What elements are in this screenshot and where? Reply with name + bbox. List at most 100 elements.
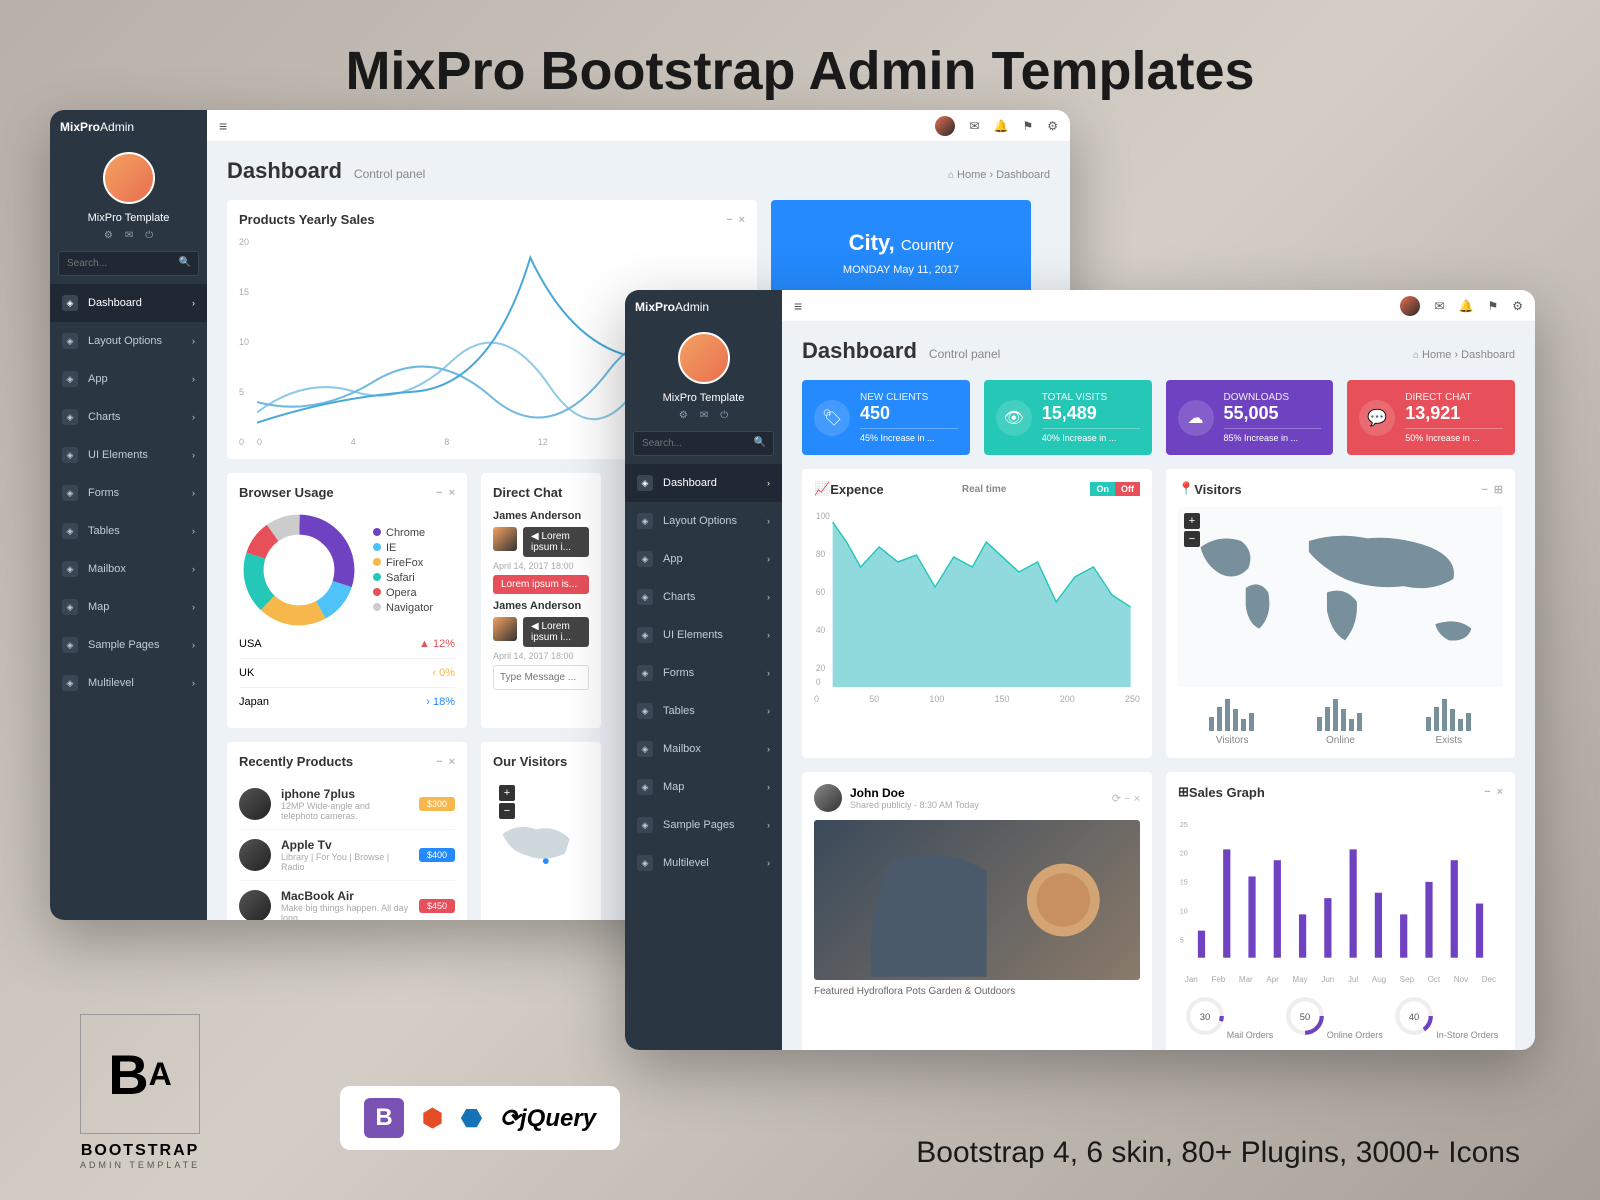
minimize-icon[interactable]: − bbox=[436, 487, 442, 499]
stat-card[interactable]: 👁TOTAL VISITS15,48940% Increase in ... bbox=[984, 380, 1152, 455]
home-icon[interactable]: ⌂ bbox=[948, 170, 954, 181]
gear-icon[interactable]: ⚙ bbox=[104, 230, 113, 241]
zoom-out[interactable]: − bbox=[1184, 531, 1200, 547]
nav-label: Mailbox bbox=[663, 743, 701, 755]
nav-label: Tables bbox=[663, 705, 695, 717]
sidebar-item[interactable]: ◈UI Elements› bbox=[50, 436, 207, 474]
legend-item: IE bbox=[373, 542, 433, 554]
minimize-icon[interactable]: − bbox=[436, 756, 442, 768]
chat-bubble: ◀ Lorem ipsum i... bbox=[523, 527, 589, 557]
zoom-in[interactable]: + bbox=[1184, 513, 1200, 529]
close-icon[interactable]: × bbox=[739, 214, 745, 226]
avatar bbox=[814, 784, 842, 812]
sidebar-item[interactable]: ◈Multilevel› bbox=[625, 844, 782, 882]
flag-icon[interactable]: ⚑ bbox=[1022, 119, 1033, 133]
chat-input[interactable] bbox=[493, 665, 589, 690]
sidebar-item[interactable]: ◈Map› bbox=[625, 768, 782, 806]
nav-label: Sample Pages bbox=[88, 639, 160, 651]
sidebar-item[interactable]: ◈Forms› bbox=[625, 654, 782, 692]
minimize-icon[interactable]: − bbox=[1481, 484, 1487, 496]
zoom-out[interactable]: − bbox=[499, 803, 515, 819]
sidebar-item[interactable]: ◈Map› bbox=[50, 588, 207, 626]
product-row[interactable]: iphone 7plus12MP Wide-angle and telephot… bbox=[239, 779, 455, 829]
home-icon[interactable]: ⌂ bbox=[1413, 350, 1419, 361]
search: 🔍 bbox=[633, 431, 774, 456]
mail-icon[interactable]: ✉ bbox=[700, 410, 708, 421]
user-avatar-icon[interactable] bbox=[935, 116, 955, 136]
bell-icon[interactable]: 🔔 bbox=[994, 119, 1009, 133]
gear-icon[interactable]: ⚙ bbox=[1047, 119, 1058, 133]
nav-label: Multilevel bbox=[663, 857, 709, 869]
sidebar-item[interactable]: ◈Layout Options› bbox=[50, 322, 207, 360]
promo-title: MixPro Bootstrap Admin Templates bbox=[0, 0, 1600, 122]
ba-logo: BA BOOTSTRAP ADMIN TEMPLATE bbox=[80, 1014, 200, 1170]
stat-card[interactable]: ☁DOWNLOADS55,00585% Increase in ... bbox=[1166, 380, 1334, 455]
sidebar-item[interactable]: ◈Dashboard› bbox=[50, 284, 207, 322]
close-icon[interactable]: × bbox=[449, 756, 455, 768]
sidebar-item[interactable]: ◈App› bbox=[50, 360, 207, 398]
sidebar-item[interactable]: ◈App› bbox=[625, 540, 782, 578]
ba-icon: BA bbox=[80, 1014, 200, 1134]
nav-label: App bbox=[88, 373, 108, 385]
stat-card[interactable]: 🏷NEW CLIENTS45045% Increase in ... bbox=[802, 380, 970, 455]
grid-icon[interactable]: ⊞ bbox=[1494, 484, 1503, 496]
sidebar-item[interactable]: ◈Mailbox› bbox=[50, 550, 207, 588]
close-icon[interactable]: × bbox=[449, 487, 455, 499]
nav-icon: ◈ bbox=[62, 561, 78, 577]
avatar[interactable] bbox=[678, 332, 730, 384]
power-icon[interactable]: ⏻ bbox=[720, 410, 728, 421]
user-avatar-icon[interactable] bbox=[1400, 296, 1420, 316]
realtime-label: Real time bbox=[962, 484, 1006, 495]
chevron-right-icon: › bbox=[767, 516, 770, 526]
product-row[interactable]: MacBook AirMake big things happen. All d… bbox=[239, 880, 455, 920]
chevron-right-icon: › bbox=[767, 554, 770, 564]
close-icon[interactable]: × bbox=[1134, 793, 1140, 805]
chat-name: James Anderson bbox=[493, 510, 589, 522]
minimize-icon[interactable]: − bbox=[1484, 786, 1490, 798]
card-title: Direct Chat bbox=[493, 485, 562, 500]
nav-label: Map bbox=[88, 601, 109, 613]
sidebar-item[interactable]: ◈Sample Pages› bbox=[625, 806, 782, 844]
sidebar-item[interactable]: ◈Sample Pages› bbox=[50, 626, 207, 664]
sidebar-item[interactable]: ◈Charts› bbox=[625, 578, 782, 616]
price-badge: $400 bbox=[419, 848, 455, 862]
sidebar-item[interactable]: ◈Multilevel› bbox=[50, 664, 207, 702]
menu-icon[interactable]: ≡ bbox=[794, 298, 802, 314]
mail-icon[interactable]: ✉ bbox=[125, 230, 133, 241]
chevron-right-icon: › bbox=[192, 336, 195, 346]
sidebar-item[interactable]: ◈Mailbox› bbox=[625, 730, 782, 768]
flag-icon[interactable]: ⚑ bbox=[1487, 299, 1498, 313]
nav-label: Layout Options bbox=[88, 335, 162, 347]
menu-icon[interactable]: ≡ bbox=[219, 118, 227, 134]
sidebar-item[interactable]: ◈Tables› bbox=[625, 692, 782, 730]
search-icon[interactable]: 🔍 bbox=[179, 257, 191, 268]
minimize-icon[interactable]: − bbox=[1124, 793, 1130, 805]
stat-icon: 👁 bbox=[996, 400, 1032, 436]
realtime-toggle[interactable]: OnOff bbox=[1090, 482, 1140, 496]
gear-icon[interactable]: ⚙ bbox=[1512, 299, 1523, 313]
mail-icon[interactable]: ✉ bbox=[1434, 299, 1444, 313]
close-icon[interactable]: × bbox=[1497, 786, 1503, 798]
avatar[interactable] bbox=[103, 152, 155, 204]
refresh-icon[interactable]: ⟳ bbox=[1112, 793, 1121, 805]
sidebar-item[interactable]: ◈Layout Options› bbox=[625, 502, 782, 540]
chevron-right-icon: › bbox=[192, 374, 195, 384]
minimize-icon[interactable]: − bbox=[726, 214, 732, 226]
search-icon[interactable]: 🔍 bbox=[754, 437, 766, 448]
gear-icon[interactable]: ⚙ bbox=[679, 410, 688, 421]
chat-timestamp: April 14, 2017 18:00 bbox=[493, 561, 589, 571]
stat-card[interactable]: 💬DIRECT CHAT13,92150% Increase in ... bbox=[1347, 380, 1515, 455]
sidebar-item[interactable]: ◈Forms› bbox=[50, 474, 207, 512]
post-meta: Shared publicly - 8:30 AM Today bbox=[850, 800, 979, 810]
bell-icon[interactable]: 🔔 bbox=[1459, 299, 1474, 313]
world-map[interactable]: +− bbox=[1178, 507, 1503, 687]
product-row[interactable]: Apple TvLibrary | For You | Browse | Rad… bbox=[239, 829, 455, 880]
zoom-in[interactable]: + bbox=[499, 785, 515, 801]
sidebar-item[interactable]: ◈Dashboard› bbox=[625, 464, 782, 502]
sidebar-item[interactable]: ◈Tables› bbox=[50, 512, 207, 550]
sidebar-item[interactable]: ◈Charts› bbox=[50, 398, 207, 436]
mail-icon[interactable]: ✉ bbox=[969, 119, 979, 133]
visitors-card: 📍 Visitors−⊞ +− VisitorsOnlineExists bbox=[1166, 469, 1515, 758]
sidebar-item[interactable]: ◈UI Elements› bbox=[625, 616, 782, 654]
power-icon[interactable]: ⏻ bbox=[145, 230, 153, 241]
